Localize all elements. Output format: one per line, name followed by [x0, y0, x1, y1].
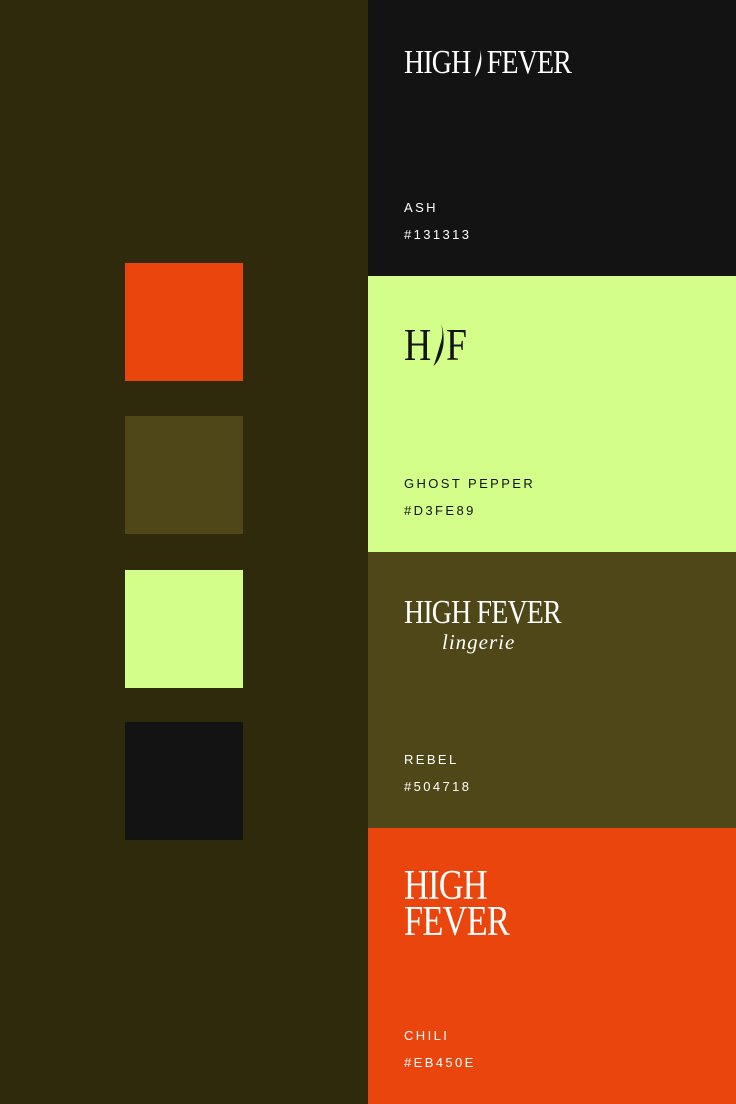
- swatch-chili: [125, 263, 243, 381]
- logo-word-left: HIGH: [404, 44, 471, 81]
- logo-wordmark: HIGH FEVER: [404, 44, 572, 82]
- color-card-ash: HIGH FEVER ASH #131313: [368, 0, 736, 276]
- chili-flame-icon: [474, 49, 482, 77]
- logo-lingerie-sub: lingerie: [442, 630, 516, 654]
- logo-stacked: HIGH FEVER: [404, 865, 510, 945]
- logo-letter-left: H: [404, 319, 432, 370]
- logo-monogram: H F: [404, 318, 467, 371]
- logo-word-right: FEVER: [486, 44, 572, 81]
- swatch-ash: [125, 722, 243, 840]
- chili-flame-icon: [433, 323, 444, 366]
- logo-letter-right: F: [446, 319, 467, 370]
- color-card-ghost-pepper: H F GHOST PEPPER #D3FE89: [368, 276, 736, 552]
- color-cards: HIGH FEVER ASH #131313 H F GHOST PEPPER …: [368, 0, 736, 1104]
- swatch-column: [0, 0, 368, 1104]
- logo-lingerie-main: HIGH FEVER: [404, 594, 562, 631]
- color-name: ASH: [404, 200, 438, 215]
- logo-lingerie: HIGH FEVER lingerie: [404, 594, 595, 655]
- color-hex: #D3FE89: [404, 503, 476, 518]
- color-hex: #504718: [404, 779, 472, 794]
- color-name: REBEL: [404, 752, 459, 767]
- color-card-rebel: HIGH FEVER lingerie REBEL #504718: [368, 552, 736, 828]
- color-hex: #EB450E: [404, 1055, 476, 1070]
- color-name: CHILI: [404, 1028, 450, 1043]
- logo-line-2: FEVER: [404, 899, 510, 945]
- color-name: GHOST PEPPER: [404, 476, 536, 491]
- swatch-ghost-pepper: [125, 570, 243, 688]
- swatch-rebel: [125, 416, 243, 534]
- color-card-chili: HIGH FEVER CHILI #EB450E: [368, 828, 736, 1104]
- color-hex: #131313: [404, 227, 472, 242]
